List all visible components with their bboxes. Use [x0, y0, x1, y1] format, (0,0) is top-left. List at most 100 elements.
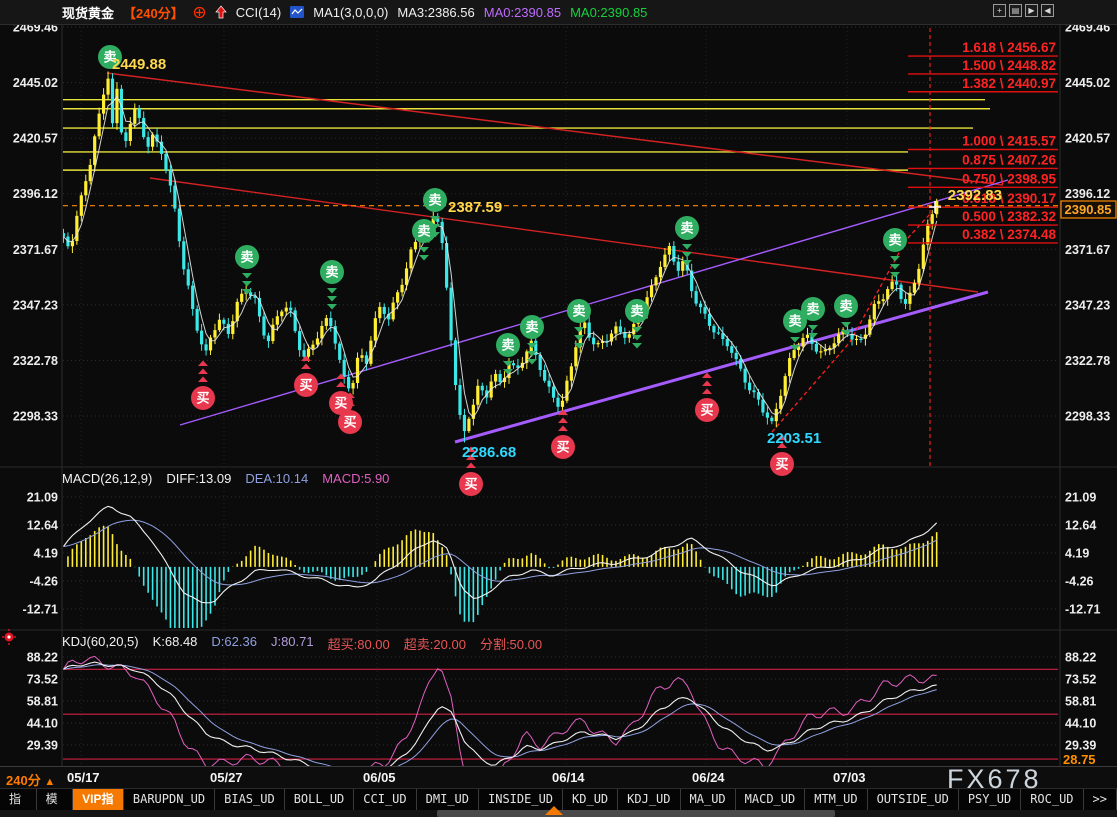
- kdj-oversold: 超卖:20.00: [404, 634, 466, 653]
- price-annotation-label: 2392.83: [948, 187, 1002, 204]
- axis-tick-label: 21.09: [1065, 491, 1096, 505]
- window-tool-icon-4[interactable]: ◀: [1041, 4, 1054, 17]
- svg-text:买: 买: [464, 477, 477, 492]
- axis-tick-label: 12.64: [27, 519, 58, 533]
- axis-tick-label: -12.71: [23, 603, 58, 617]
- fib-level-label: 1.000 \ 2415.57: [962, 133, 1056, 148]
- macd-name: MACD(26,12,9): [62, 471, 152, 486]
- toolbar-item-指标[interactable]: 指标: [0, 789, 37, 811]
- period-label: 【240分】: [123, 3, 184, 22]
- date-label: 06/05: [363, 770, 396, 785]
- toolbar-item-模板[interactable]: 模板: [37, 789, 74, 811]
- macd-diff-value: DIFF:13.09: [166, 471, 231, 486]
- toolbar-item-cci-ud[interactable]: CCI_UD: [354, 789, 416, 811]
- period-arrow-icon: ▲: [44, 776, 55, 788]
- toolbar-item-outside-ud[interactable]: OUTSIDE_UD: [868, 789, 959, 811]
- fib-level-label: 0.875 \ 2407.26: [962, 152, 1056, 167]
- ma0-value-purple: MA0:2390.85: [484, 5, 561, 20]
- axis-tick-label: 2347.23: [1065, 298, 1110, 312]
- toolbar-item-dmi-ud[interactable]: DMI_UD: [417, 789, 479, 811]
- svg-text:买: 买: [343, 415, 356, 430]
- macd-value: MACD:5.90: [322, 471, 389, 486]
- fib-level-label: 0.750 \ 2398.95: [962, 171, 1056, 186]
- kdj-split: 分割:50.00: [480, 634, 542, 653]
- axis-tick-label: 2445.02: [13, 76, 58, 90]
- toolbar-item-bias-ud[interactable]: BIAS_UD: [215, 789, 285, 811]
- candlesticks: [62, 72, 938, 443]
- axis-tick-label: 2298.33: [13, 409, 58, 423]
- window-tool-icon-1[interactable]: +: [993, 4, 1006, 17]
- kdj-pane-header: KDJ(60,20,5) K:68.48 D:62.36 J:80.71 超买:…: [62, 634, 542, 653]
- svg-text:卖: 卖: [501, 338, 514, 353]
- fib-level-label: 0.500 \ 2382.32: [962, 209, 1056, 224]
- svg-text:卖: 卖: [325, 265, 338, 280]
- toolbar-item-boll-ud[interactable]: BOLL_UD: [285, 789, 355, 811]
- scrollbar-thumb[interactable]: [437, 810, 835, 817]
- candle-chart-icon[interactable]: [290, 6, 304, 18]
- price-annotation-label: 2449.88: [112, 56, 166, 73]
- axis-tick-label: 2322.78: [1065, 354, 1110, 368]
- svg-text:买: 买: [700, 403, 713, 418]
- axis-tick-label: 4.19: [1065, 547, 1089, 561]
- axis-tick-label: 73.52: [27, 673, 58, 687]
- crosshair-icon[interactable]: [193, 6, 206, 19]
- fib-level-label: 1.618 \ 2456.67: [962, 40, 1056, 55]
- kdj-d-value: D:62.36: [211, 634, 257, 653]
- axis-tick-label: -4.26: [30, 575, 59, 589]
- axis-tick-label: 21.09: [27, 491, 58, 505]
- axis-tick-label: 2298.33: [1065, 409, 1110, 423]
- toolbar-item-ma-ud[interactable]: MA_UD: [681, 789, 736, 811]
- svg-text:卖: 卖: [240, 250, 253, 265]
- date-label: 06/24: [692, 770, 725, 785]
- axis-tick-label: 2396.12: [13, 187, 58, 201]
- yellow-resistance-lines: [63, 100, 990, 170]
- axis-tick-label: 12.64: [1065, 519, 1096, 533]
- chart-canvas[interactable]: 1.618 \ 2456.671.500 \ 2448.821.382 \ 24…: [0, 0, 1117, 817]
- svg-text:买: 买: [196, 391, 209, 406]
- svg-text:买: 买: [775, 457, 788, 472]
- axis-tick-label: 2371.67: [13, 243, 58, 257]
- svg-text:卖: 卖: [839, 299, 852, 314]
- fx678-watermark: FX678: [947, 764, 1042, 795]
- svg-text:买: 买: [556, 440, 569, 455]
- axis-tick-label: 58.81: [1065, 695, 1096, 709]
- svg-text:2390.85: 2390.85: [1065, 202, 1112, 217]
- trading-app-window: 1.618 \ 2456.671.500 \ 2448.821.382 \ 24…: [0, 0, 1117, 817]
- ma1-label: MA1(3,0,0,0): [313, 5, 388, 20]
- scrollbar[interactable]: [0, 810, 1117, 817]
- toolbar-item-kd-ud[interactable]: KD_UD: [563, 789, 618, 811]
- kdj-j-value: J:80.71: [271, 634, 314, 653]
- toolbar-item-kdj-ud[interactable]: KDJ_UD: [618, 789, 680, 811]
- kdj-current-value: 28.75: [1063, 752, 1096, 767]
- axis-tick-label: 29.39: [27, 739, 58, 753]
- toolbar-item-macd-ud[interactable]: MACD_UD: [736, 789, 806, 811]
- axis-tick-label: 88.22: [1065, 651, 1096, 665]
- svg-text:卖: 卖: [572, 304, 585, 319]
- svg-text:卖: 卖: [788, 314, 801, 329]
- axis-tick-label: -12.71: [1065, 603, 1100, 617]
- axis-tick-label: 29.39: [1065, 739, 1096, 753]
- chart-header: 现货黄金 【240分】 CCI(14) MA1(3,0,0,0) MA3:238…: [0, 0, 1117, 25]
- up-arrow-icon: [215, 5, 227, 19]
- svg-text:卖: 卖: [630, 304, 643, 319]
- window-tool-icons: +▤▶◀: [993, 4, 1054, 17]
- price-annotation-label: 2387.59: [448, 199, 502, 216]
- window-tool-icon-3[interactable]: ▶: [1025, 4, 1038, 17]
- toolbar-item-mtm-ud[interactable]: MTM_UD: [805, 789, 867, 811]
- axis-tick-label: 4.19: [34, 547, 58, 561]
- window-tool-icon-2[interactable]: ▤: [1009, 4, 1022, 17]
- axis-tick-label: 73.52: [1065, 673, 1096, 687]
- macd-dea-value: DEA:10.14: [245, 471, 308, 486]
- toolbar-item-vip指标[interactable]: VIP指标: [73, 789, 124, 811]
- kdj-name: KDJ(60,20,5): [62, 634, 139, 653]
- svg-text:卖: 卖: [417, 224, 430, 239]
- fib-level-label: 1.500 \ 2448.82: [962, 58, 1056, 73]
- axis-tick-label: 2371.67: [1065, 243, 1110, 257]
- period-indicator[interactable]: 240分 ▲: [6, 770, 55, 789]
- svg-text:卖: 卖: [888, 233, 901, 248]
- date-label: 06/14: [552, 770, 585, 785]
- toolbar-item--[interactable]: >>: [1084, 789, 1117, 811]
- toolbar-item-barupdn-ud[interactable]: BARUPDN_UD: [124, 789, 215, 811]
- date-label: 07/03: [833, 770, 866, 785]
- date-label: 05/27: [210, 770, 243, 785]
